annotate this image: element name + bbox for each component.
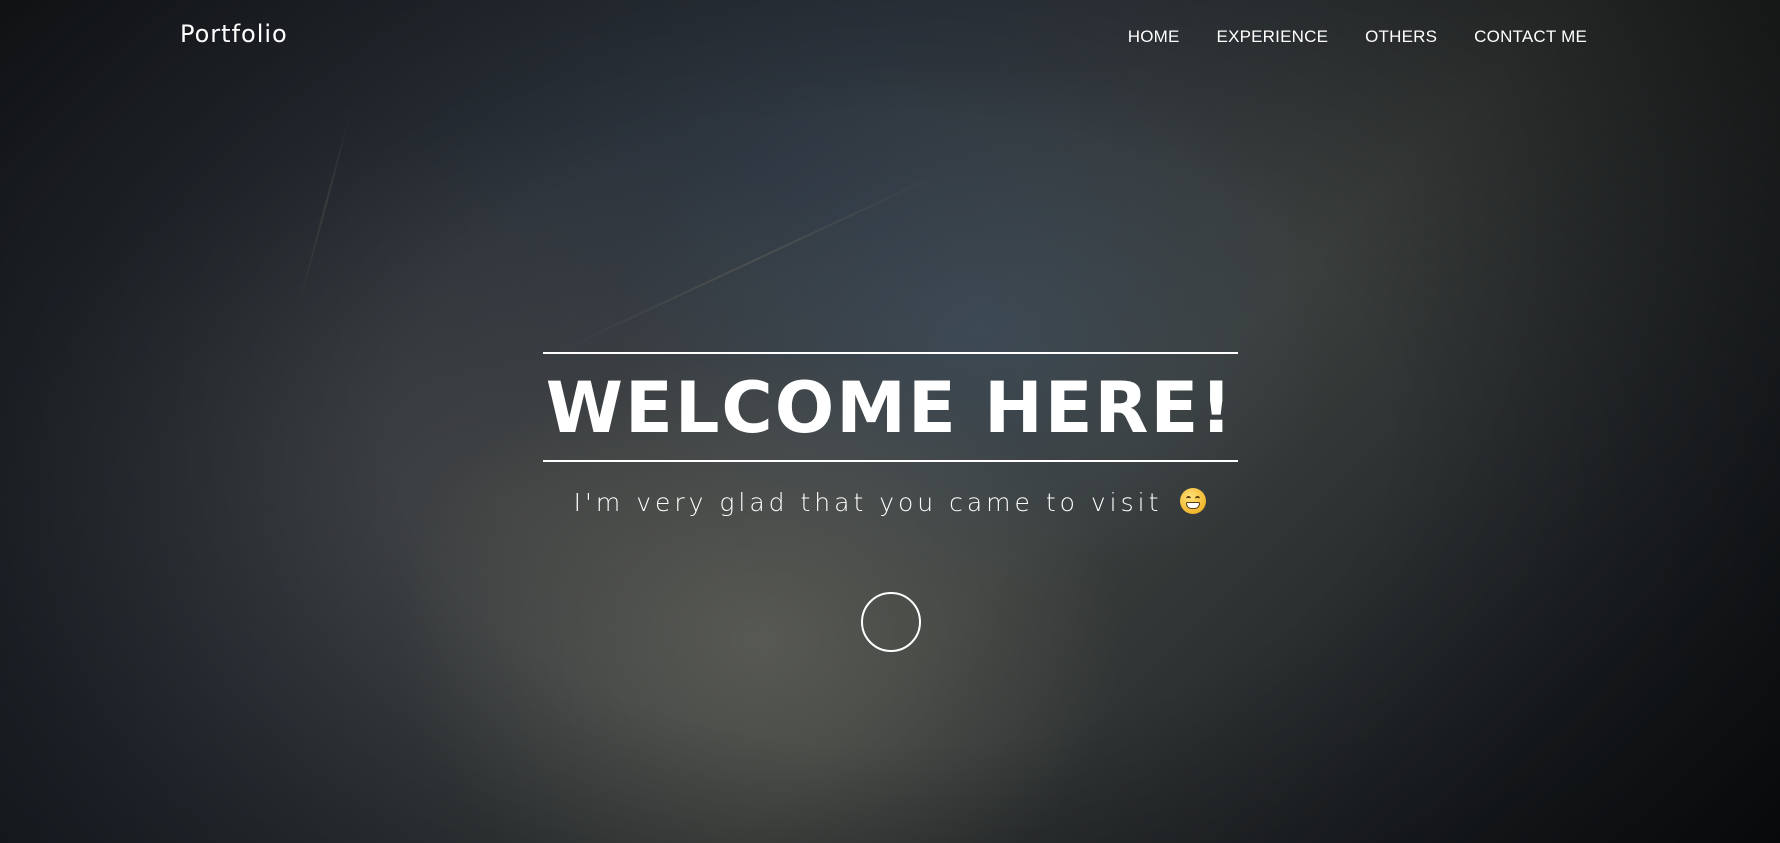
top-navbar: Portfolio HOME EXPERIENCE OTHERS CONTACT…: [0, 0, 1780, 74]
nav-menu: HOME EXPERIENCE OTHERS CONTACT ME: [1128, 27, 1587, 47]
hero-subtitle: I'm very glad that you came to visit: [0, 488, 1780, 517]
subtitle-text: I'm very glad that you came to visit: [573, 488, 1163, 517]
title-frame: WELCOME HERE!: [542, 352, 1238, 462]
hero-section: Portfolio HOME EXPERIENCE OTHERS CONTACT…: [0, 0, 1780, 843]
nav-item-home[interactable]: HOME: [1128, 27, 1180, 47]
scroll-down-circle-icon[interactable]: [861, 592, 921, 652]
background-streak: [559, 172, 942, 352]
brand-link[interactable]: Portfolio: [180, 20, 288, 48]
page-title: WELCOME HERE!: [545, 367, 1235, 449]
nav-item-contact-me[interactable]: CONTACT ME: [1474, 27, 1587, 47]
nav-item-others[interactable]: OTHERS: [1365, 27, 1437, 47]
nav-item-experience[interactable]: EXPERIENCE: [1217, 27, 1329, 47]
background-streak: [299, 107, 353, 302]
hero-content: WELCOME HERE! I'm very glad that you cam…: [0, 352, 1780, 517]
grinning-face-icon: [1180, 488, 1207, 514]
